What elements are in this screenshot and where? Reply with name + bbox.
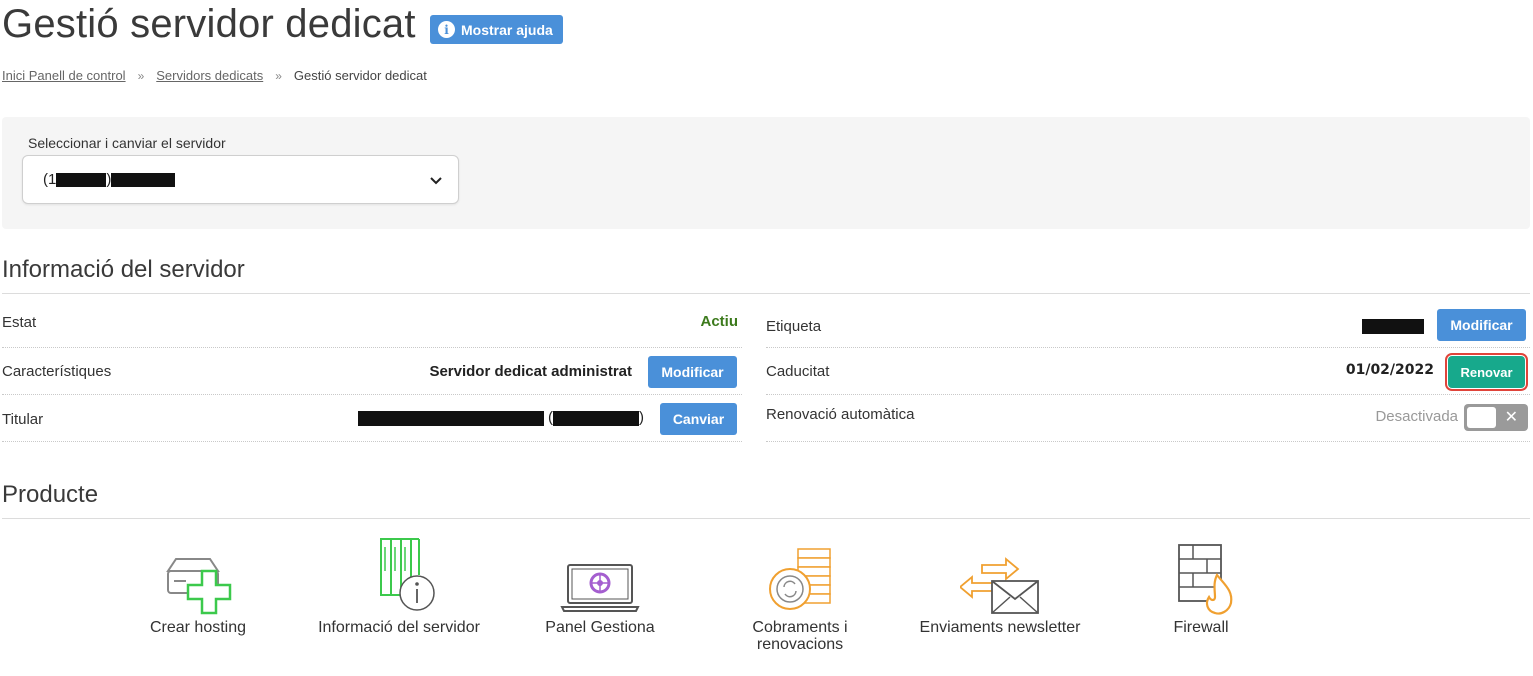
redacted-block	[111, 173, 176, 188]
chevron-down-icon	[430, 177, 442, 185]
server-add-icon	[166, 558, 232, 615]
breadcrumb-link-home[interactable]: Inici Panell de control	[2, 68, 126, 83]
server-selector-label: Seleccionar i canviar el servidor	[28, 135, 226, 151]
modify-tag-button[interactable]: Modificar	[1437, 309, 1526, 341]
page-title: Gestió servidor dedicat	[2, 2, 416, 46]
product-item-billing[interactable]: Cobraments i renovacions	[700, 535, 900, 653]
server-info-title: Informació del servidor	[2, 256, 245, 283]
modify-features-button[interactable]: Modificar	[648, 356, 737, 388]
breadcrumb: Inici Panell de control » Servidors dedi…	[2, 68, 427, 83]
product-item-label: Firewall	[1173, 619, 1229, 636]
show-help-button[interactable]: i Mostrar ajuda	[430, 15, 563, 44]
product-item-panel-gestiona[interactable]: Panel Gestiona	[500, 535, 700, 636]
expiry-date: 01/02/2022	[1345, 362, 1434, 378]
status-value: Actiu	[700, 313, 739, 330]
change-owner-button[interactable]: Canviar	[660, 403, 737, 435]
product-item-label: Crear hosting	[149, 619, 247, 636]
product-item-label: Informació del servidor	[318, 619, 480, 636]
expiry-row: Caducitat 01/02/2022 Renovar	[766, 349, 1530, 395]
tag-label: Etiqueta	[766, 318, 822, 335]
info-icon: i	[438, 21, 455, 38]
toggle-knob	[1467, 407, 1496, 428]
features-value: Servidor dedicat administrat	[429, 363, 632, 380]
server-info-icon	[380, 538, 435, 611]
show-help-label: Mostrar ajuda	[461, 21, 553, 38]
expiry-label: Caducitat	[766, 363, 830, 380]
product-item-create-hosting[interactable]: Crear hosting	[98, 535, 298, 636]
divider	[2, 518, 1530, 519]
product-item-label: Enviaments newsletter	[919, 619, 1081, 636]
renew-button[interactable]: Renovar	[1445, 353, 1528, 391]
autorenew-status: Desactivada	[1375, 408, 1458, 425]
product-item-label: Panel Gestiona	[545, 619, 655, 636]
close-icon: ✕	[1504, 409, 1518, 426]
tag-row: Etiqueta Modificar	[766, 302, 1530, 348]
status-label: Estat	[2, 314, 37, 331]
server-select[interactable]: (1)	[22, 155, 459, 204]
divider	[2, 293, 1530, 294]
product-title: Producte	[2, 481, 99, 508]
redacted-block	[357, 410, 544, 426]
laptop-panel-icon	[560, 564, 640, 612]
breadcrumb-separator: »	[275, 68, 282, 83]
owner-label: Titular	[2, 411, 44, 428]
owner-value: ()	[357, 409, 644, 426]
breadcrumb-link-dedicated-servers[interactable]: Servidors dedicats	[156, 68, 263, 83]
product-item-server-info[interactable]: Informació del servidor	[299, 535, 499, 636]
redacted-block	[553, 410, 639, 426]
autorenew-row: Renovació automàtica Desactivada ✕	[766, 396, 1530, 442]
owner-row: Titular () Canviar	[2, 396, 742, 442]
status-row: Estat Actiu	[2, 302, 742, 348]
redacted-block	[1362, 319, 1424, 334]
features-row: Característiques Servidor dedicat admini…	[2, 349, 742, 395]
autorenew-toggle[interactable]: ✕	[1464, 404, 1528, 431]
newsletter-icon	[960, 557, 1039, 614]
breadcrumb-current: Gestió servidor dedicat	[293, 68, 427, 83]
redacted-block	[56, 173, 107, 188]
autorenew-label: Renovació automàtica	[766, 406, 915, 423]
product-item-firewall[interactable]: Firewall	[1101, 535, 1301, 636]
product-item-label: Cobraments i renovacions	[752, 619, 848, 653]
features-label: Característiques	[2, 363, 112, 380]
breadcrumb-separator: »	[137, 68, 145, 83]
server-selector-panel: Seleccionar i canviar el servidor (1)	[2, 117, 1530, 229]
coins-renew-icon	[769, 548, 831, 610]
server-select-value: (1)	[43, 171, 176, 188]
product-item-newsletter[interactable]: Enviaments newsletter	[900, 535, 1100, 636]
firewall-icon	[1178, 544, 1233, 615]
